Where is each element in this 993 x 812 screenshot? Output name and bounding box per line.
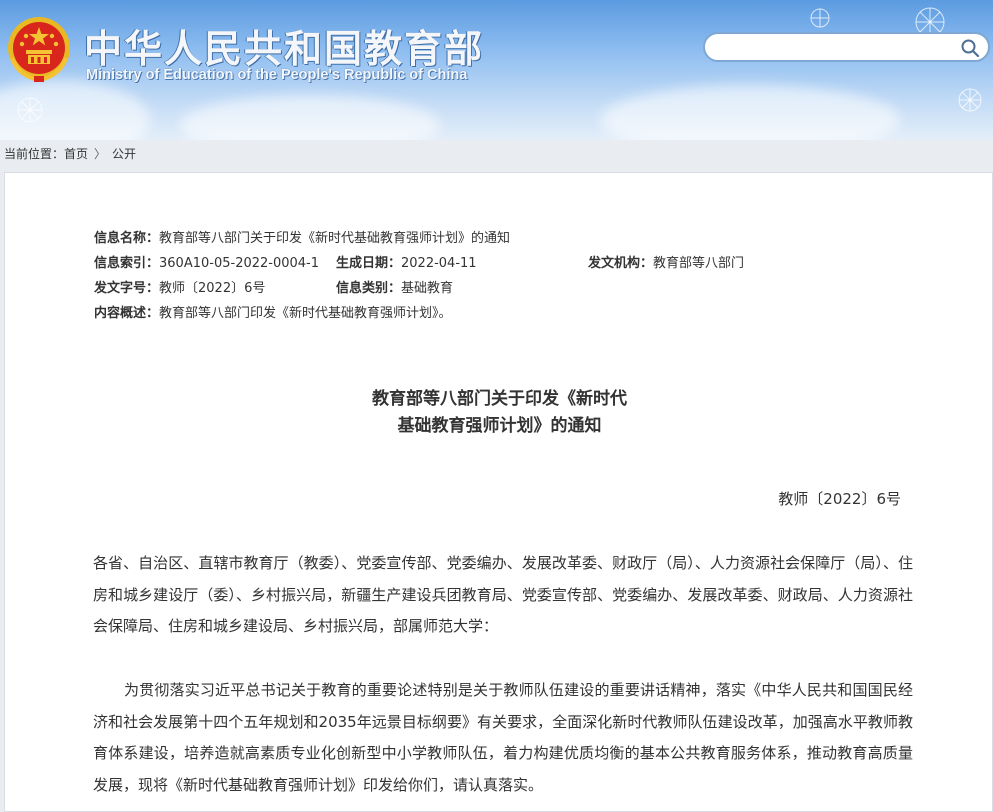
meta-label: 信息索引： xyxy=(94,256,160,271)
meta-label: 生成日期： xyxy=(336,256,402,271)
meta-row-index: 信息索引：360A10-05-2022-0004-1 xyxy=(94,252,319,272)
breadcrumb: 当前位置：首页〉公开 xyxy=(4,145,136,162)
article-panel: 信息名称：教育部等八部门关于印发《新时代基础教育强师计划》的通知 信息索引：36… xyxy=(4,172,993,812)
body-paragraph: 为贯彻落实习近平总书记关于教育的重要论述特别是关于教师队伍建设的重要讲话精神，落… xyxy=(93,681,913,794)
site-subtitle: Ministry of Education of the People's Re… xyxy=(86,67,468,83)
site-header: 中华人民共和国教育部 Ministry of Education of the … xyxy=(0,0,993,140)
meta-row-date: 生成日期：2022-04-11 xyxy=(336,252,477,272)
meta-row-category: 信息类别：基础教育 xyxy=(336,277,453,297)
meta-label: 内容概述： xyxy=(94,306,160,321)
document-title-line: 教育部等八部门关于印发《新时代 xyxy=(372,389,627,409)
breadcrumb-prefix: 当前位置： xyxy=(4,147,65,161)
breadcrumb-separator: 〉 xyxy=(94,147,107,161)
meta-row-org: 发文机构：教育部等八部门 xyxy=(588,252,744,272)
meta-row-doc-no: 发文字号：教师〔2022〕6号 xyxy=(94,277,265,297)
national-emblem-icon xyxy=(8,17,70,83)
document-title-line: 基础教育强师计划》的通知 xyxy=(397,416,602,436)
meta-label: 发文字号： xyxy=(94,281,160,296)
dandelion-decoration xyxy=(810,7,982,112)
meta-value: 360A10-05-2022-0004-1 xyxy=(159,256,320,271)
cloud-decoration xyxy=(180,95,440,140)
meta-row-summary: 内容概述：教育部等八部门印发《新时代基础教育强师计划》。 xyxy=(94,302,452,322)
meta-value: 基础教育 xyxy=(401,281,454,296)
meta-row-name: 信息名称：教育部等八部门关于印发《新时代基础教育强师计划》的通知 xyxy=(94,227,510,247)
search-box xyxy=(703,32,990,62)
meta-value: 教师〔2022〕6号 xyxy=(159,281,266,296)
meta-value: 2022-04-11 xyxy=(401,256,477,271)
addressee-paragraph: 各省、自治区、直辖市教育厅（教委）、党委宣传部、党委编办、发展改革委、财政厅（局… xyxy=(93,554,913,635)
meta-label: 信息类别： xyxy=(336,281,402,296)
search-icon[interactable] xyxy=(960,38,980,58)
site-title: 中华人民共和国教育部 xyxy=(84,27,485,71)
meta-label: 信息名称： xyxy=(94,231,160,246)
document-number: 教师〔2022〕6号 xyxy=(778,490,901,508)
breadcrumb-public-link[interactable]: 公开 xyxy=(112,147,136,161)
search-input[interactable] xyxy=(717,38,961,60)
meta-label: 发文机构： xyxy=(588,256,654,271)
meta-value: 教育部等八部门关于印发《新时代基础教育强师计划》的通知 xyxy=(159,231,511,246)
meta-value: 教育部等八部门印发《新时代基础教育强师计划》。 xyxy=(159,306,452,321)
breadcrumb-home-link[interactable]: 首页 xyxy=(64,147,88,161)
document-title: 教育部等八部门关于印发《新时代 基础教育强师计划》的通知 xyxy=(5,386,993,440)
meta-value: 教育部等八部门 xyxy=(653,256,745,271)
